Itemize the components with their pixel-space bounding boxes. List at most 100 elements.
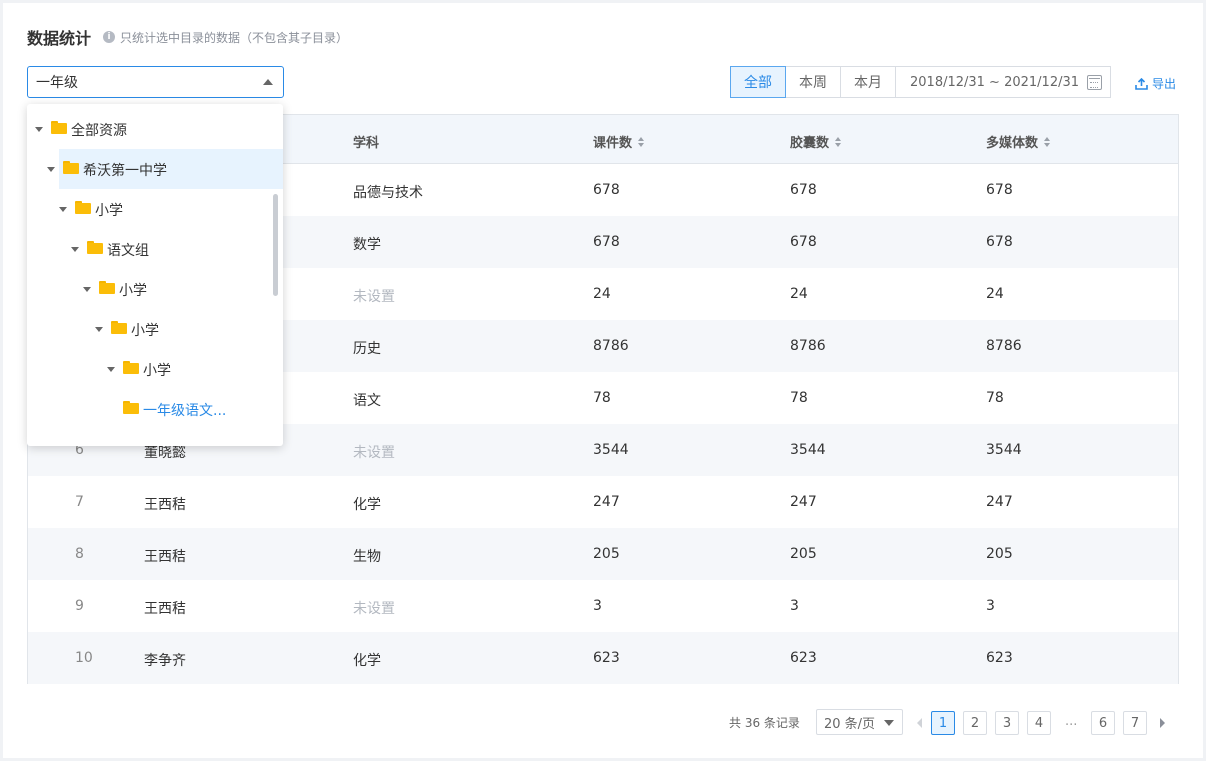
- page-button[interactable]: 6: [1091, 711, 1115, 735]
- tree-node[interactable]: 全部资源: [27, 109, 283, 149]
- col-subject: 学科: [353, 136, 380, 151]
- cell-capsule: 247: [790, 494, 817, 510]
- date-range-text: 2018/12/31 ~ 2021/12/31: [910, 74, 1080, 90]
- caret-down-icon[interactable]: [47, 167, 55, 172]
- tree-node[interactable]: 小学: [27, 269, 283, 309]
- tree-node-label: 小学: [119, 283, 147, 299]
- cell-idx: 8: [75, 546, 84, 562]
- tab-week[interactable]: 本周: [785, 66, 841, 98]
- caret-up-icon: [263, 79, 273, 85]
- tree-node-label: 小学: [95, 203, 123, 219]
- cell-capsule: 678: [790, 182, 817, 198]
- cell-courseware: 3544: [593, 442, 629, 458]
- cell-subject: 数学: [353, 237, 381, 253]
- tab-month[interactable]: 本月: [840, 66, 896, 98]
- col-capsule[interactable]: 胶囊数: [790, 132, 842, 151]
- caret-down-icon[interactable]: [35, 127, 43, 132]
- cell-capsule: 3544: [790, 442, 826, 458]
- cell-idx: 9: [75, 598, 84, 614]
- cell-courseware: 678: [593, 234, 620, 250]
- cell-media: 78: [986, 390, 1004, 406]
- caret-down-icon[interactable]: [95, 327, 103, 332]
- tree-node-label: 语文组: [107, 243, 149, 259]
- page-button[interactable]: 3: [995, 711, 1019, 735]
- cell-media: 678: [986, 182, 1013, 198]
- export-button[interactable]: 导出: [1135, 75, 1176, 92]
- date-filter: 全部 本周 本月 2018/12/31 ~ 2021/12/31: [730, 66, 1112, 98]
- page-button[interactable]: 4: [1027, 711, 1051, 735]
- cell-capsule: 623: [790, 650, 817, 666]
- col-media[interactable]: 多媒体数: [986, 132, 1051, 151]
- col-courseware[interactable]: 课件数: [593, 132, 645, 151]
- cell-capsule: 78: [790, 390, 808, 406]
- tree-node[interactable]: 小学: [27, 349, 283, 389]
- export-label: 导出: [1152, 77, 1177, 91]
- page-size-select[interactable]: 20 条/页: [816, 709, 903, 735]
- tab-all[interactable]: 全部: [730, 66, 786, 98]
- page-ellipsis: ...: [1065, 714, 1078, 729]
- chevron-down-icon: [884, 720, 894, 726]
- cell-capsule: 205: [790, 546, 817, 562]
- cell-media: 24: [986, 286, 1004, 302]
- tree-node[interactable]: 小学: [27, 189, 283, 229]
- page-subtitle: 只统计选中目录的数据（不包含其子目录）: [120, 30, 349, 45]
- cell-subject: 历史: [353, 341, 381, 357]
- cell-media: 205: [986, 546, 1013, 562]
- folder-icon: [123, 401, 139, 414]
- cell-name: 李争齐: [144, 653, 186, 669]
- cell-name: 王西秸: [144, 601, 186, 617]
- folder-icon: [63, 161, 79, 174]
- cell-capsule: 24: [790, 286, 808, 302]
- calendar-icon: [1087, 74, 1103, 90]
- cell-capsule: 678: [790, 234, 817, 250]
- tree-node[interactable]: 小学: [27, 309, 283, 349]
- page-title: 数据统计: [27, 29, 92, 48]
- cell-subject: 生物: [353, 549, 381, 565]
- directory-tree-dropdown: 全部资源 希沃第一中学 小学 语文组 小学 小学 小学 一年级语文...: [27, 104, 283, 446]
- cell-idx: 7: [75, 494, 84, 510]
- cell-name: 王西秸: [144, 549, 186, 565]
- folder-icon: [87, 241, 103, 254]
- directory-select[interactable]: 一年级: [27, 66, 284, 98]
- cell-subject: 未设置: [353, 445, 395, 461]
- cell-courseware: 3: [593, 598, 602, 614]
- info-icon: i: [103, 31, 116, 43]
- date-range-picker[interactable]: 2018/12/31 ~ 2021/12/31: [895, 66, 1112, 98]
- sort-icon[interactable]: [638, 136, 645, 147]
- cell-idx: 10: [75, 650, 93, 666]
- cell-courseware: 78: [593, 390, 611, 406]
- sort-icon[interactable]: [835, 136, 842, 147]
- caret-down-icon[interactable]: [71, 247, 79, 252]
- table-row: 9 王西秸 未设置 3 3 3: [28, 580, 1178, 632]
- folder-icon: [99, 281, 115, 294]
- cell-media: 623: [986, 650, 1013, 666]
- cell-courseware: 678: [593, 182, 620, 198]
- tree-node[interactable]: 语文组: [27, 229, 283, 269]
- table-row: 10 李争齐 化学 623 623 623: [28, 632, 1178, 684]
- cell-subject: 化学: [353, 497, 381, 513]
- caret-down-icon[interactable]: [83, 287, 91, 292]
- sort-icon[interactable]: [1044, 136, 1051, 147]
- folder-icon: [123, 361, 139, 374]
- folder-icon: [75, 201, 91, 214]
- page-button[interactable]: 1: [931, 711, 955, 735]
- caret-down-icon[interactable]: [59, 207, 67, 212]
- tree-node[interactable]: 一年级语文...: [27, 389, 283, 429]
- cell-media: 247: [986, 494, 1013, 510]
- table-row: 8 王西秸 生物 205 205 205: [28, 528, 1178, 580]
- tree-node[interactable]: 希沃第一中学: [27, 149, 283, 189]
- prev-page-icon[interactable]: [917, 718, 922, 728]
- cell-subject: 语文: [353, 393, 381, 409]
- next-page-icon[interactable]: [1160, 718, 1165, 728]
- pagination: 共 36 条记录 20 条/页 1 2 3 4 ... 6 7: [3, 709, 1203, 735]
- tree-node-label: 一年级语文...: [143, 403, 227, 419]
- cell-media: 3544: [986, 442, 1022, 458]
- page-button[interactable]: 2: [963, 711, 987, 735]
- caret-down-icon[interactable]: [107, 367, 115, 372]
- cell-courseware: 24: [593, 286, 611, 302]
- page-button[interactable]: 7: [1123, 711, 1147, 735]
- tree-node-label: 全部资源: [71, 123, 127, 139]
- directory-select-value: 一年级: [36, 75, 78, 91]
- cell-subject: 化学: [353, 653, 381, 669]
- scrollbar[interactable]: [273, 194, 278, 296]
